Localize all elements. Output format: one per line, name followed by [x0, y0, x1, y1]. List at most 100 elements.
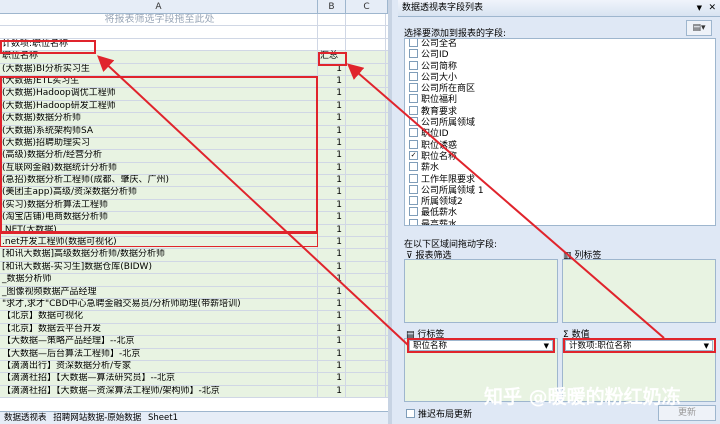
- count-value[interactable]: 1: [318, 261, 346, 274]
- count-value[interactable]: 1: [318, 187, 346, 199]
- empty-cell[interactable]: [346, 360, 386, 373]
- empty-cell[interactable]: [346, 100, 386, 113]
- field-item[interactable]: 公司所属领域 1: [405, 184, 715, 197]
- field-checkbox[interactable]: [409, 117, 418, 127]
- count-value[interactable]: 1: [318, 113, 346, 125]
- empty-cell[interactable]: [346, 323, 386, 336]
- empty-cell[interactable]: [346, 63, 386, 75]
- row-label[interactable]: [和讯大数据-实习生]数据仓库(BIDW): [0, 261, 318, 274]
- table-row[interactable]: 【北京】数据云平台开发 1: [0, 323, 392, 337]
- count-value[interactable]: 1: [318, 249, 346, 261]
- field-checkbox[interactable]: [409, 60, 418, 70]
- empty-cell[interactable]: [346, 373, 386, 385]
- table-row[interactable]: [和讯大数据-实习生]数据仓库(BIDW) 1: [0, 261, 392, 275]
- count-value[interactable]: 1: [318, 348, 346, 360]
- count-value[interactable]: 1: [318, 75, 346, 88]
- field-item[interactable]: 公司所在商区: [405, 83, 715, 95]
- tab-sheet1[interactable]: Sheet1: [148, 413, 178, 423]
- field-item[interactable]: 职位诱惑: [405, 139, 715, 152]
- row-label[interactable]: (大数据)BI分析实习生: [0, 63, 318, 75]
- empty-cell[interactable]: [346, 385, 386, 398]
- count-value[interactable]: 1: [318, 237, 346, 249]
- field-list[interactable]: 公司全名 公司ID 公司简称 公司大小 公司所在商区 职位福利 教育要求 公司所属领域 职位ID…: [404, 38, 716, 226]
- column-header-b[interactable]: B: [318, 0, 346, 14]
- tab-raw-data[interactable]: 招聘网站数据-原始数据: [53, 413, 141, 423]
- count-value[interactable]: 1: [318, 162, 346, 175]
- empty-cell[interactable]: [346, 113, 386, 125]
- empty-cell[interactable]: [346, 336, 386, 348]
- row-label[interactable]: [和讯大数据]高级数据分析师/数据分析师: [0, 249, 318, 261]
- field-checkbox[interactable]: ✓: [409, 150, 418, 160]
- field-checkbox[interactable]: [409, 184, 418, 194]
- report-filter-area[interactable]: [404, 259, 558, 323]
- table-row[interactable]: 【大数据—策略产品经理】--北京 1: [0, 336, 392, 349]
- table-row[interactable]: 【大数据—后台算法工程师】-北京 1: [0, 348, 392, 361]
- count-value[interactable]: 1: [318, 88, 346, 100]
- field-checkbox[interactable]: [409, 83, 418, 93]
- row-label[interactable]: _数据分析师: [0, 274, 318, 286]
- empty-cell[interactable]: [346, 286, 386, 298]
- count-value[interactable]: 1: [318, 100, 346, 113]
- row-label[interactable]: _图像视频数据产品经理: [0, 286, 318, 298]
- count-value[interactable]: 1: [318, 323, 346, 336]
- field-item[interactable]: 公司所属领域: [405, 117, 715, 129]
- field-checkbox[interactable]: [409, 128, 418, 138]
- defer-checkbox[interactable]: [406, 409, 415, 418]
- panel-menu-icon[interactable]: ▼: [697, 0, 702, 16]
- empty-cell[interactable]: [346, 175, 386, 187]
- count-value[interactable]: 1: [318, 224, 346, 237]
- count-value[interactable]: 1: [318, 373, 346, 385]
- count-value[interactable]: 1: [318, 137, 346, 150]
- field-checkbox[interactable]: [409, 173, 418, 183]
- field-checkbox[interactable]: [409, 139, 418, 149]
- empty-cell[interactable]: [346, 75, 386, 88]
- count-value[interactable]: 1: [318, 150, 346, 162]
- empty-cell[interactable]: [346, 274, 386, 286]
- field-checkbox[interactable]: [409, 71, 418, 81]
- table-row[interactable]: 【滴滴社招】【大数据—资深算法工程师/架构师】-北京 1: [0, 385, 392, 399]
- empty-cell[interactable]: [346, 348, 386, 360]
- count-value[interactable]: 1: [318, 360, 346, 373]
- field-item[interactable]: 公司大小: [405, 71, 715, 84]
- field-checkbox[interactable]: [409, 196, 418, 206]
- field-checkbox[interactable]: [409, 207, 418, 217]
- empty-cell[interactable]: [346, 249, 386, 261]
- empty-cell[interactable]: [346, 187, 386, 199]
- count-value[interactable]: 1: [318, 336, 346, 348]
- count-value[interactable]: 1: [318, 286, 346, 298]
- table-row[interactable]: [和讯大数据]高级数据分析师/数据分析师 1: [0, 249, 392, 262]
- field-item[interactable]: 公司全名: [405, 39, 715, 50]
- field-item[interactable]: 职位ID: [405, 128, 715, 140]
- empty-cell[interactable]: [346, 162, 386, 175]
- empty-cell[interactable]: [346, 88, 386, 100]
- count-value[interactable]: 1: [318, 175, 346, 187]
- field-checkbox[interactable]: [409, 105, 418, 115]
- column-header-a[interactable]: A: [0, 0, 318, 14]
- count-value[interactable]: 1: [318, 311, 346, 323]
- drop-hint-row[interactable]: 将报表筛选字段拖至此处: [0, 14, 392, 27]
- sheet-vertical-scrollbar[interactable]: [388, 0, 392, 424]
- table-row[interactable]: _图像视频数据产品经理 1: [0, 286, 392, 299]
- count-value[interactable]: 1: [318, 385, 346, 398]
- row-label[interactable]: 【滴滴出行】资深数据分析/专家: [0, 360, 318, 373]
- row-label[interactable]: 【北京】数据可视化: [0, 311, 318, 323]
- empty-cell[interactable]: [346, 237, 386, 249]
- table-row[interactable]: _数据分析师 1: [0, 274, 392, 287]
- count-value[interactable]: 1: [318, 298, 346, 311]
- empty-cell[interactable]: [346, 298, 386, 311]
- empty-cell[interactable]: [346, 311, 386, 323]
- table-row[interactable]: 【滴滴社招】【大数据—算法研究员】--北京 1: [0, 373, 392, 386]
- field-checkbox[interactable]: [409, 218, 418, 225]
- field-checkbox[interactable]: [409, 39, 418, 47]
- field-item[interactable]: 工作年限要求: [405, 173, 715, 186]
- row-label[interactable]: 【大数据—策略产品经理】--北京: [0, 336, 318, 348]
- field-item[interactable]: 薪水: [405, 162, 715, 174]
- column-header-c[interactable]: C: [346, 0, 388, 14]
- field-checkbox[interactable]: [409, 49, 418, 59]
- row-label[interactable]: 【滴滴社招】【大数据—算法研究员】--北京: [0, 373, 318, 385]
- column-labels-area[interactable]: [562, 259, 716, 323]
- close-icon[interactable]: ✕: [708, 0, 716, 16]
- field-item[interactable]: 所属领域2: [405, 196, 715, 208]
- field-item[interactable]: 公司ID: [405, 49, 715, 61]
- empty-cell[interactable]: [346, 137, 386, 150]
